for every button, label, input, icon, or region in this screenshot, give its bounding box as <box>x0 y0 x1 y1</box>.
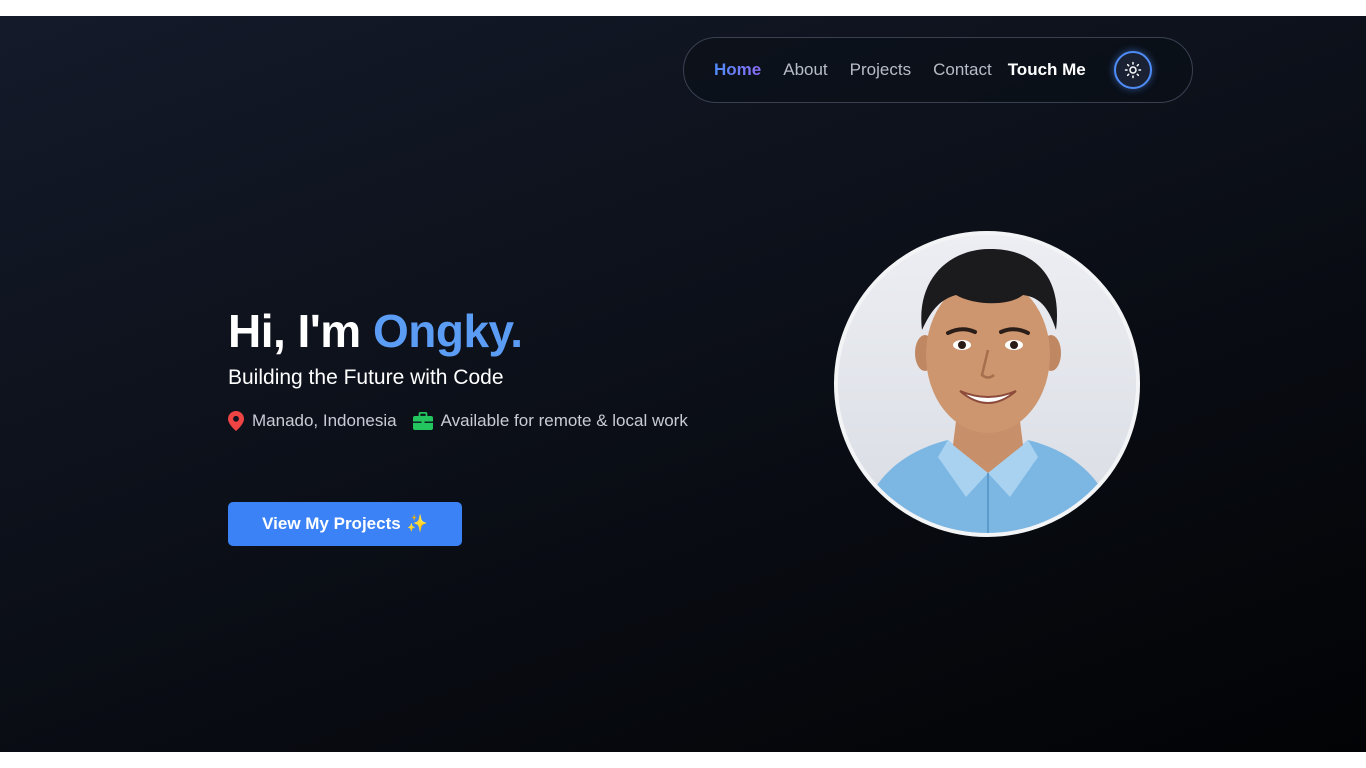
hero-subtitle: Building the Future with Code <box>228 366 504 389</box>
theme-toggle-button[interactable] <box>1113 51 1152 89</box>
page-viewport: Home About Projects Contact Touch Me Hi,… <box>0 16 1366 752</box>
top-nav: Home About Projects Contact Touch Me <box>683 37 1193 103</box>
sparkles-icon: ✨ <box>406 514 428 533</box>
nav-home[interactable]: Home <box>714 60 761 80</box>
profile-photo <box>834 231 1140 537</box>
availability-info: Available for remote & local work <box>412 411 688 431</box>
map-pin-icon <box>228 411 244 431</box>
location-text: Manado, Indonesia <box>252 411 397 430</box>
nav-about[interactable]: About <box>783 60 827 80</box>
nav-projects[interactable]: Projects <box>850 60 911 80</box>
profile-photo-illustration <box>838 235 1136 533</box>
availability-text: Available for remote & local work <box>440 411 688 430</box>
hero-title: Hi, I'm Ongky. <box>228 304 523 358</box>
sun-icon <box>1124 61 1142 79</box>
view-projects-button[interactable]: View My Projects ✨ <box>228 502 462 546</box>
nav-contact[interactable]: Contact <box>933 60 992 80</box>
view-projects-label: View My Projects <box>262 514 401 533</box>
location-info: Manado, Indonesia <box>228 411 397 431</box>
hero-name: Ongky. <box>372 305 523 357</box>
hero-meta: Manado, Indonesia Available for remote &… <box>228 411 704 431</box>
briefcase-icon <box>412 412 433 430</box>
nav-touch-me[interactable]: Touch Me <box>1008 60 1086 80</box>
hero-greeting: Hi, I'm <box>228 305 373 357</box>
